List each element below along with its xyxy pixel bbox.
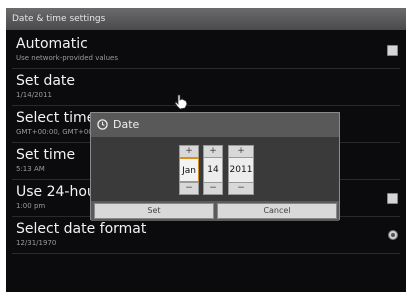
- month-picker: + Jan −: [179, 145, 199, 195]
- day-value[interactable]: 14: [203, 158, 223, 182]
- setting-subtitle: GMT+00:00, GMT+00: [16, 128, 93, 136]
- date-picker: + Jan − + 14 − + 2011 −: [91, 137, 339, 201]
- setting-set-date[interactable]: Set date 1/14/2011: [6, 69, 406, 105]
- dialog-footer: Set Cancel: [91, 201, 339, 221]
- date-dialog: Date + Jan − + 14 − + 2011 − Set Cancel: [90, 112, 340, 221]
- dialog-title: Date: [113, 118, 140, 131]
- year-picker: + 2011 −: [228, 145, 254, 195]
- cancel-button[interactable]: Cancel: [217, 203, 337, 219]
- setting-subtitle: 12/31/1970: [16, 239, 57, 247]
- window-title: Date & time settings: [6, 8, 406, 30]
- setting-automatic[interactable]: Automatic Use network-provided values: [6, 32, 406, 68]
- year-increment-button[interactable]: +: [228, 145, 254, 158]
- automatic-checkbox[interactable]: [387, 45, 398, 56]
- setting-title: Set date: [16, 73, 76, 89]
- month-increment-button[interactable]: +: [179, 145, 199, 158]
- setting-subtitle: 1:00 pm: [16, 202, 46, 210]
- setting-date-format[interactable]: Select date format 12/31/1970: [6, 217, 406, 253]
- month-value[interactable]: Jan: [179, 158, 199, 182]
- setting-subtitle: Use network-provided values: [16, 54, 118, 62]
- setting-title: Automatic: [16, 36, 88, 52]
- month-decrement-button[interactable]: −: [179, 182, 199, 195]
- year-decrement-button[interactable]: −: [228, 182, 254, 195]
- day-picker: + 14 −: [203, 145, 223, 195]
- setting-title: Select date format: [16, 221, 147, 237]
- setting-title: Use 24-hour: [16, 184, 102, 200]
- set-button[interactable]: Set: [94, 203, 214, 219]
- setting-subtitle: 1/14/2011: [16, 91, 52, 99]
- dialog-header: Date: [91, 113, 339, 137]
- day-decrement-button[interactable]: −: [203, 182, 223, 195]
- settings-screen: Date & time settings Automatic Use netwo…: [6, 8, 406, 292]
- divider: [12, 253, 400, 254]
- year-value[interactable]: 2011: [228, 158, 254, 182]
- 24-hour-checkbox[interactable]: [387, 193, 398, 204]
- clock-icon: [97, 119, 108, 130]
- date-format-radio[interactable]: [388, 230, 398, 240]
- hand-cursor-icon: [174, 94, 188, 110]
- day-increment-button[interactable]: +: [203, 145, 223, 158]
- setting-title: Set time: [16, 147, 76, 163]
- setting-subtitle: 5:13 AM: [16, 165, 45, 173]
